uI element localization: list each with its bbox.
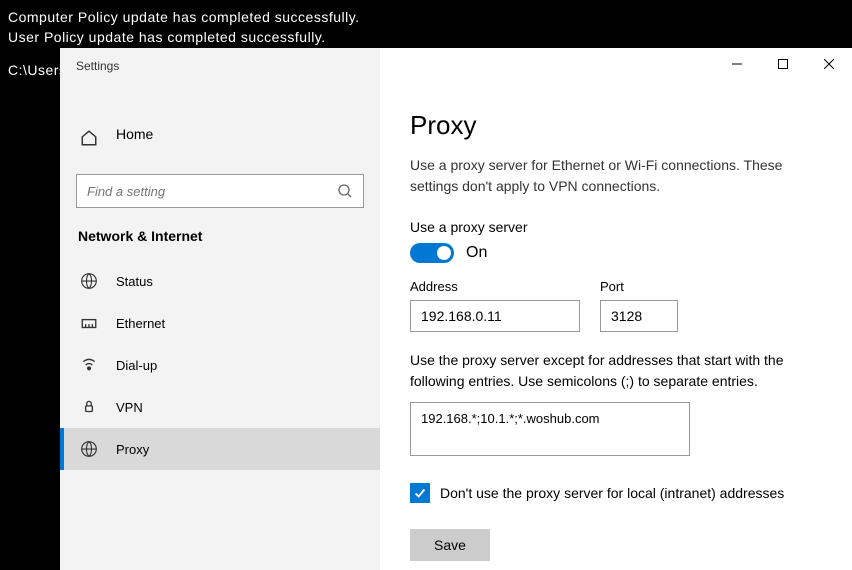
- vpn-icon: [80, 398, 98, 416]
- content-pane: Proxy Use a proxy server for Ethernet or…: [380, 48, 852, 570]
- home-label: Home: [116, 126, 153, 142]
- exceptions-input[interactable]: [410, 402, 690, 456]
- toggle-state: On: [466, 244, 487, 262]
- settings-window: Settings Home Network & Internet Status: [60, 48, 852, 570]
- sidebar-item-label: VPN: [116, 400, 143, 415]
- search-field[interactable]: [87, 184, 337, 199]
- window-title: Settings: [60, 48, 380, 84]
- search-input[interactable]: [76, 174, 364, 208]
- sidebar-item-label: Proxy: [116, 442, 149, 457]
- sidebar-item-status[interactable]: Status: [60, 260, 380, 302]
- globe-icon: [80, 272, 98, 290]
- terminal-line: Computer Policy update has completed suc…: [8, 8, 844, 28]
- ethernet-icon: [80, 314, 98, 332]
- home-icon: [80, 129, 98, 147]
- sidebar-item-vpn[interactable]: VPN: [60, 386, 380, 428]
- address-label: Address: [410, 279, 580, 294]
- sidebar-item-proxy[interactable]: Proxy: [60, 428, 380, 470]
- use-proxy-label: Use a proxy server: [410, 219, 828, 235]
- titlebar-controls: [714, 48, 852, 84]
- sidebar-item-label: Dial-up: [116, 358, 157, 373]
- exceptions-label: Use the proxy server except for addresse…: [410, 350, 828, 392]
- dialup-icon: [80, 356, 98, 374]
- port-input[interactable]: [600, 300, 678, 332]
- proxy-icon: [80, 440, 98, 458]
- terminal-line: User Policy update has completed success…: [8, 28, 844, 48]
- sidebar-item-label: Ethernet: [116, 316, 165, 331]
- sidebar: Settings Home Network & Internet Status: [60, 48, 380, 570]
- port-label: Port: [600, 279, 678, 294]
- page-title: Proxy: [410, 110, 828, 141]
- page-subtitle: Use a proxy server for Ethernet or Wi-Fi…: [410, 155, 828, 197]
- sidebar-item-dialup[interactable]: Dial-up: [60, 344, 380, 386]
- local-addresses-label: Don't use the proxy server for local (in…: [440, 485, 784, 501]
- close-button[interactable]: [806, 48, 852, 80]
- sidebar-item-ethernet[interactable]: Ethernet: [60, 302, 380, 344]
- category-header: Network & Internet: [60, 224, 380, 260]
- local-addresses-checkbox[interactable]: [410, 483, 430, 503]
- maximize-button[interactable]: [760, 48, 806, 80]
- home-nav[interactable]: Home: [60, 116, 380, 160]
- use-proxy-toggle[interactable]: [410, 243, 454, 263]
- address-input[interactable]: [410, 300, 580, 332]
- sidebar-item-label: Status: [116, 274, 153, 289]
- search-icon: [337, 183, 353, 199]
- minimize-button[interactable]: [714, 48, 760, 80]
- save-button[interactable]: Save: [410, 529, 490, 561]
